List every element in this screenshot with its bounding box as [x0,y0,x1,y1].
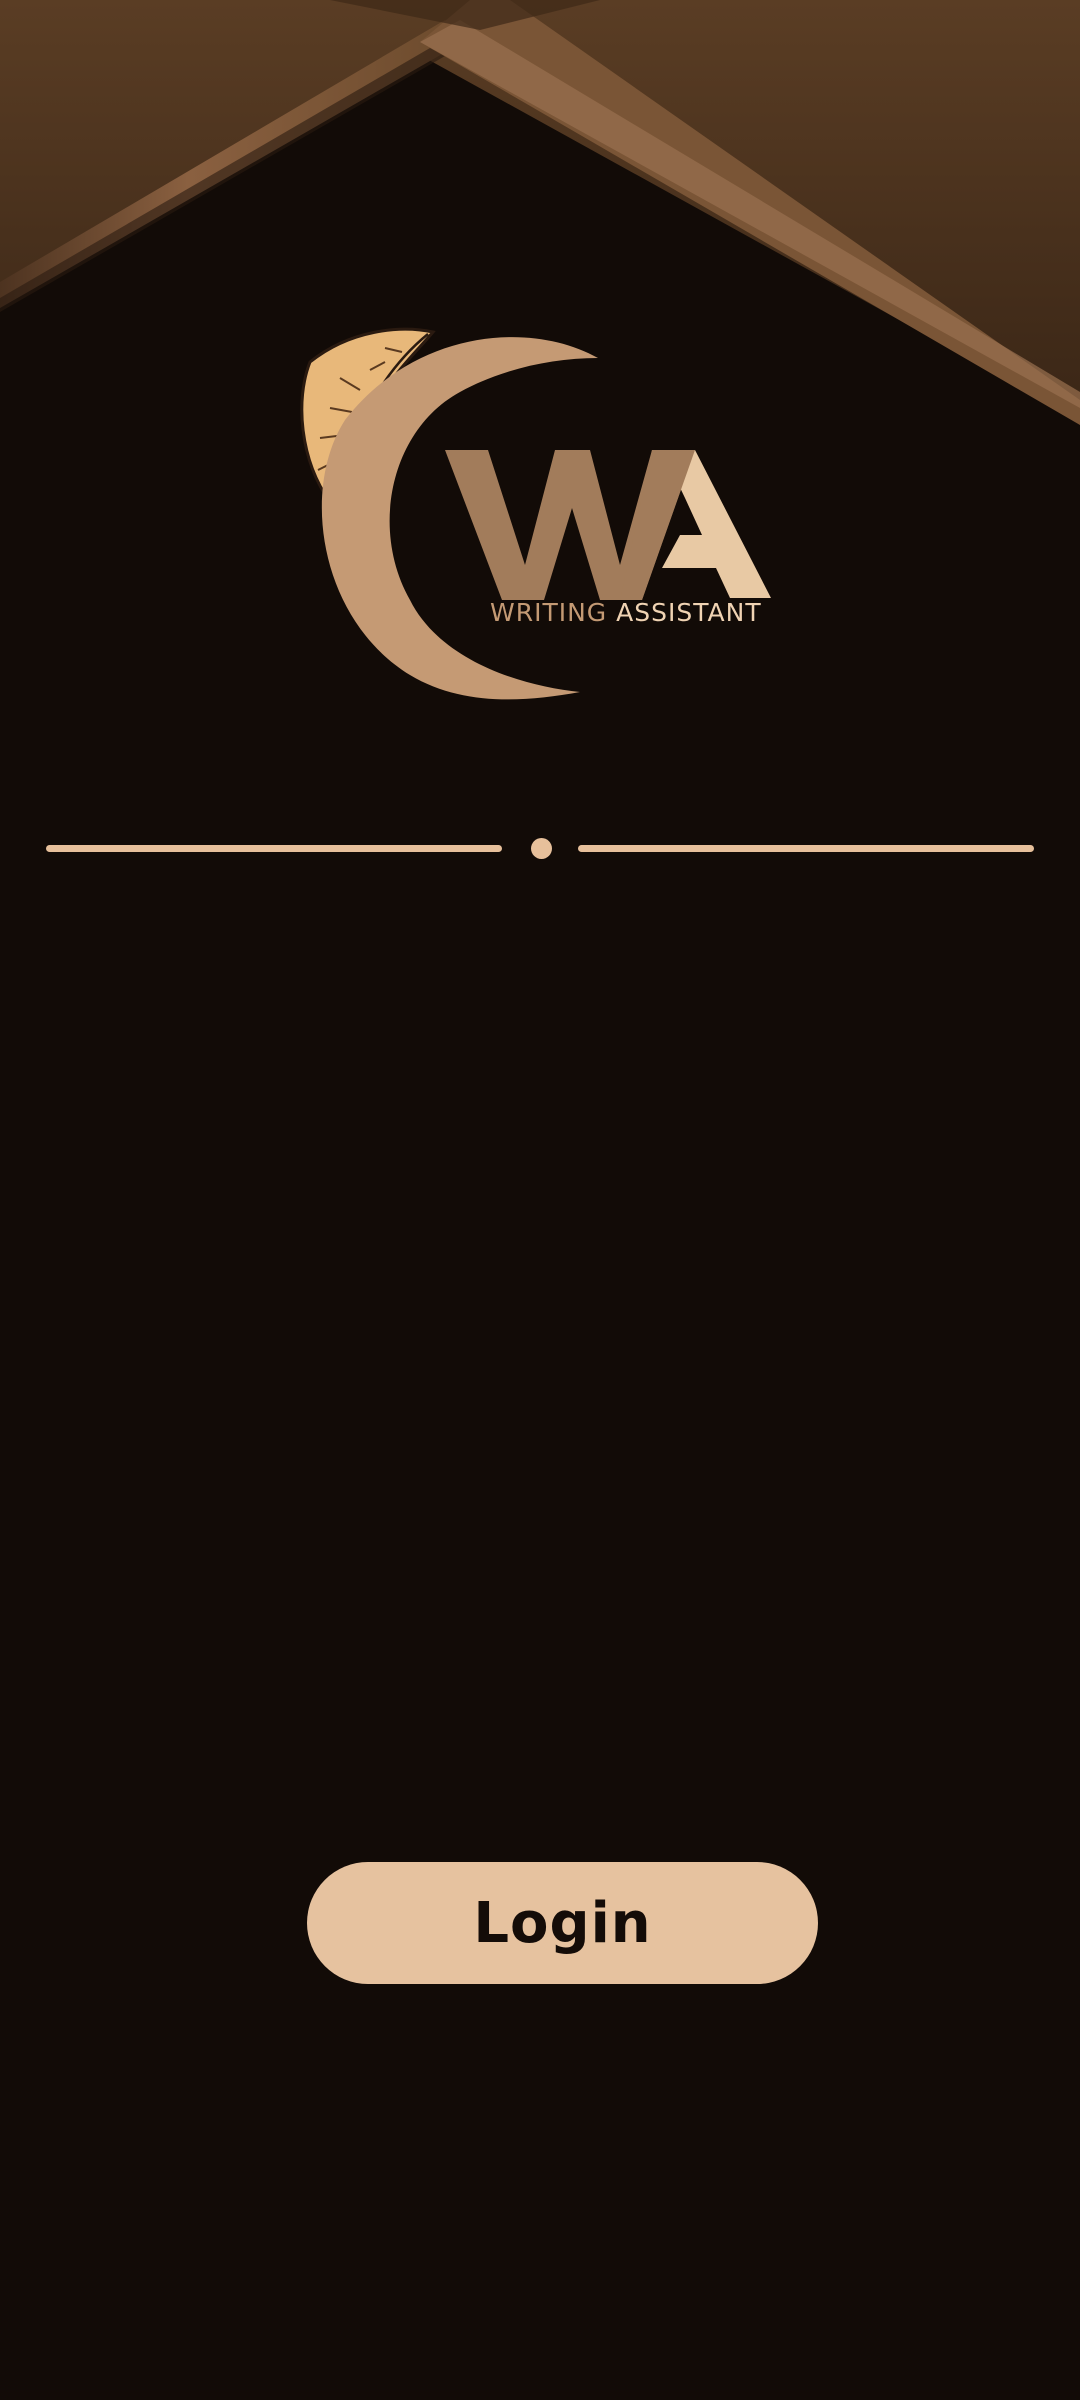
ornamental-divider [46,830,1034,866]
wordmark-assistant: ASSISTANT [616,598,762,627]
splash-screen: WRITING ASSISTANT Login [0,0,1080,2400]
divider-line-left [46,845,502,852]
logo-wordmark: WRITING ASSISTANT [490,600,762,625]
logo-emblem [300,327,771,700]
divider-line-right [578,845,1034,852]
login-button[interactable]: Login [307,1862,818,1984]
divider-dot [531,838,552,859]
monogram-a [620,450,771,600]
wordmark-writing: WRITING [490,598,608,627]
